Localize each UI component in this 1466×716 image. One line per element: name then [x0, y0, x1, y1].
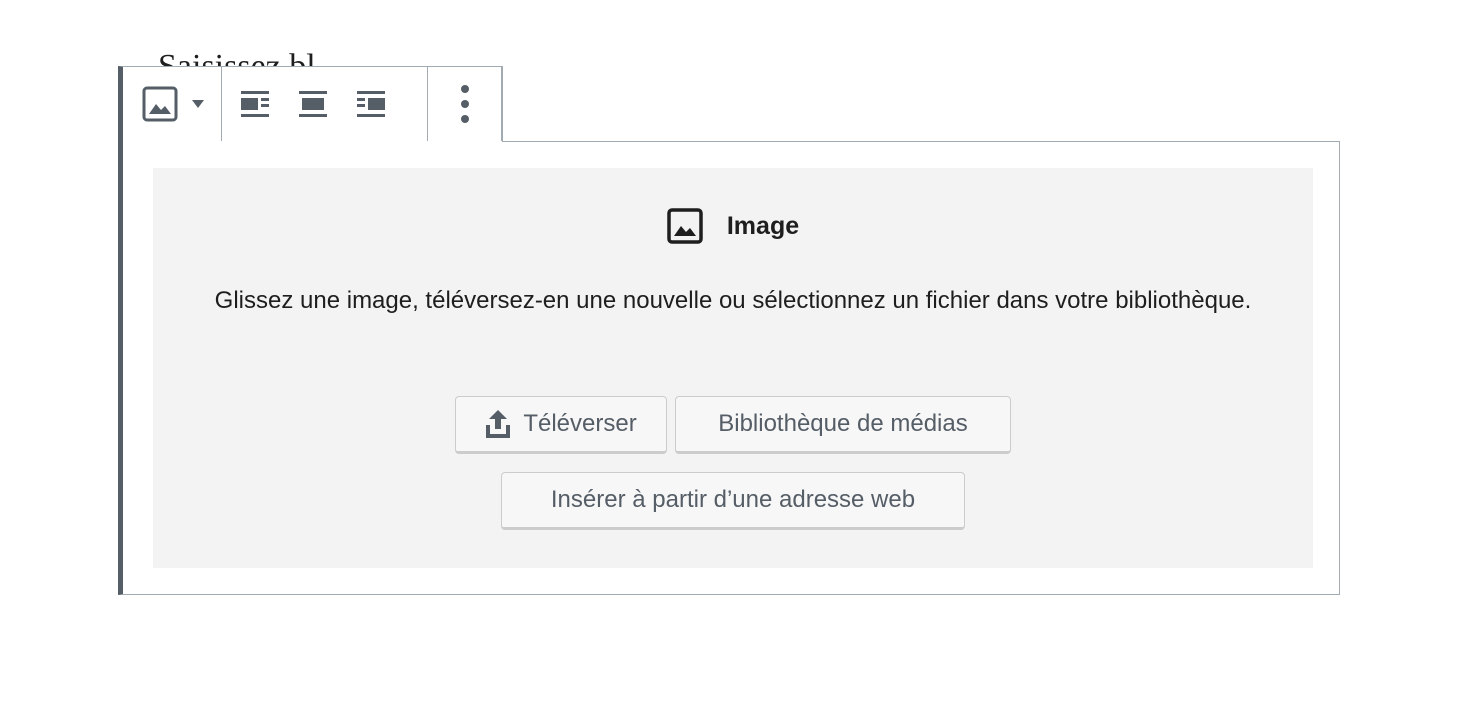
- media-library-button-label: Bibliothèque de médias: [718, 410, 968, 437]
- align-right-icon: [357, 91, 385, 117]
- more-options-button[interactable]: [428, 67, 502, 141]
- align-left-icon: [241, 91, 269, 117]
- more-vertical-icon: [460, 85, 469, 123]
- image-icon: [142, 86, 178, 122]
- insert-from-url-button-label: Insérer à partir d’une adresse web: [550, 486, 916, 513]
- upload-button-label: Téléverser: [523, 410, 637, 437]
- editor-canvas: Saisissez bl: [0, 0, 1466, 716]
- align-center-icon: [299, 91, 327, 117]
- align-right-button[interactable]: [356, 89, 386, 119]
- image-placeholder[interactable]: Image Glissez une image, téléversez-en u…: [153, 168, 1313, 568]
- upload-icon: [485, 409, 511, 439]
- upload-button[interactable]: Téléverser: [455, 396, 667, 454]
- placeholder-title: Image: [153, 208, 1313, 244]
- media-library-button[interactable]: Bibliothèque de médias: [675, 396, 1011, 454]
- block-type-switcher[interactable]: [123, 67, 222, 141]
- alignment-group: [222, 67, 428, 141]
- insert-from-url-button[interactable]: Insérer à partir d’une adresse web: [501, 472, 965, 530]
- align-left-button[interactable]: [240, 89, 270, 119]
- block-toolbar: [118, 66, 503, 142]
- image-icon: [667, 208, 703, 244]
- align-center-button[interactable]: [298, 89, 328, 119]
- chevron-down-icon: [192, 100, 204, 108]
- placeholder-instructions: Glissez une image, téléversez-en une nou…: [214, 287, 1252, 314]
- placeholder-title-text: Image: [726, 211, 800, 240]
